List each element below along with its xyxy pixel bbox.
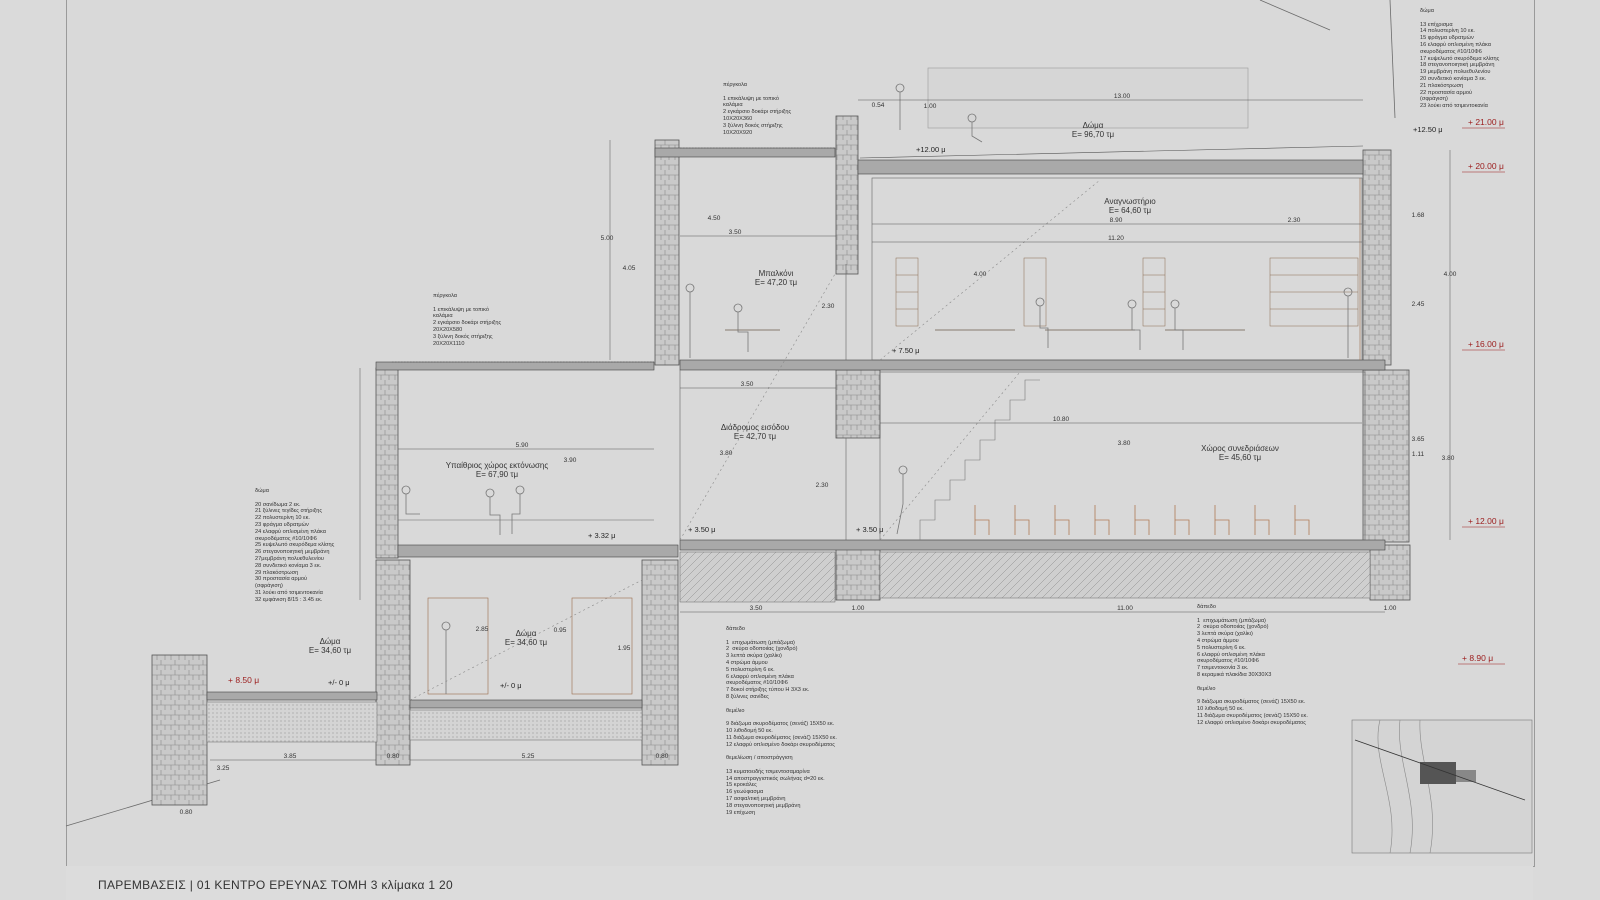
svg-text:3.65: 3.65 — [1412, 436, 1425, 443]
note-pergola-lower: πέργκολα 1 επικάλυψη με τοπικό καλάμια 2… — [433, 293, 502, 347]
svg-text:1.95: 1.95 — [618, 645, 631, 652]
svg-text:Δώμα: Δώμα — [320, 637, 341, 646]
svg-text:10.80: 10.80 — [1053, 416, 1070, 423]
svg-text:+ 7.50 μ: + 7.50 μ — [892, 346, 919, 355]
svg-text:11.20: 11.20 — [1108, 235, 1124, 242]
svg-text:3.50: 3.50 — [750, 605, 763, 612]
svg-text:4.50: 4.50 — [708, 215, 721, 222]
location-minimap — [1351, 719, 1533, 854]
drawing-sheet: Δώμα E= 96,70 τμ Αναγνωστήριο E= 64,60 τ… — [0, 0, 1600, 900]
svg-text:2.85: 2.85 — [476, 626, 489, 633]
svg-text:3.25: 3.25 — [217, 765, 230, 772]
note-terrace-layers: δώμα 20 σανίδωμα 2 εκ. 21 ξύλινες τεγίδε… — [255, 488, 335, 603]
svg-text:4.00: 4.00 — [1444, 271, 1457, 278]
svg-text:13.00: 13.00 — [1114, 93, 1131, 100]
svg-text:5.00: 5.00 — [601, 235, 614, 242]
svg-text:3.50: 3.50 — [741, 381, 754, 388]
svg-text:E= 47,20 τμ: E= 47,20 τμ — [755, 278, 798, 287]
svg-text:+ 8.50 μ: + 8.50 μ — [228, 675, 259, 685]
svg-text:5.25: 5.25 — [522, 753, 535, 760]
svg-text:+/- 0 μ: +/- 0 μ — [500, 681, 522, 690]
svg-text:+ 3.50 μ: + 3.50 μ — [688, 525, 715, 534]
title-bar: ΠΑΡΕΜΒΑΣΕΙΣ | 01 ΚΕΝΤΡΟ ΕΡΕΥΝΑΣ ΤΟΜΗ 3 κ… — [66, 866, 1533, 900]
svg-text:+/- 0 μ: +/- 0 μ — [328, 678, 350, 687]
svg-text:2.30: 2.30 — [816, 482, 829, 489]
svg-text:3.50: 3.50 — [729, 229, 742, 236]
svg-text:3.80: 3.80 — [1442, 455, 1455, 462]
svg-text:Αναγνωστήριο: Αναγνωστήριο — [1104, 197, 1156, 206]
svg-text:+ 3.32 μ: + 3.32 μ — [588, 531, 615, 540]
svg-text:+ 8.90 μ: + 8.90 μ — [1462, 653, 1493, 663]
svg-text:Δώμα: Δώμα — [1083, 121, 1104, 130]
svg-text:2.30: 2.30 — [1288, 217, 1301, 224]
svg-text:0.80: 0.80 — [387, 753, 400, 760]
svg-text:4.05: 4.05 — [623, 265, 636, 272]
svg-text:5.90: 5.90 — [516, 442, 529, 449]
svg-text:+ 16.00 μ: + 16.00 μ — [1468, 339, 1504, 349]
svg-text:1.00: 1.00 — [1384, 605, 1397, 612]
svg-text:3.80: 3.80 — [720, 450, 733, 457]
svg-text:3.85: 3.85 — [284, 753, 297, 760]
bookshelves — [895, 257, 1359, 327]
svg-text:E= 42,70 τμ: E= 42,70 τμ — [734, 432, 777, 441]
svg-text:2.30: 2.30 — [822, 303, 835, 310]
svg-text:Δώμα: Δώμα — [516, 629, 537, 638]
svg-text:Διάδρομος εισόδου: Διάδρομος εισόδου — [721, 423, 789, 432]
svg-text:E= 34,60 τμ: E= 34,60 τμ — [505, 638, 548, 647]
svg-text:E= 34,60 τμ: E= 34,60 τμ — [309, 646, 352, 655]
note-pergola-upper: πέργκολα 1 επικάλυψη με τοπικό καλάμια 2… — [723, 82, 792, 136]
svg-text:3.80: 3.80 — [1118, 440, 1131, 447]
svg-text:E= 45,60 τμ: E= 45,60 τμ — [1219, 453, 1262, 462]
level-lines-red — [1458, 127, 1505, 665]
svg-text:Υπαίθριος χώρος εκτόνωσης: Υπαίθριος χώρος εκτόνωσης — [446, 461, 549, 470]
note-floor-foundation-right: δάπεδο 1 επιχωμάτωση (μπάζωμα) 2 σκύρα ο… — [1197, 604, 1308, 726]
svg-text:1.00: 1.00 — [852, 605, 865, 612]
svg-text:0.95: 0.95 — [554, 627, 567, 634]
svg-text:0.54: 0.54 — [872, 102, 885, 109]
svg-text:8.90: 8.90 — [1110, 217, 1123, 224]
drawing-title: ΠΑΡΕΜΒΑΣΕΙΣ | 01 ΚΕΝΤΡΟ ΕΡΕΥΝΑΣ ΤΟΜΗ 3 κ… — [98, 878, 453, 892]
note-roof-layers: δώμα 13 επίχρισμα 14 πολυστερίνη 10 εκ. … — [1420, 8, 1500, 110]
svg-text:0.80: 0.80 — [656, 753, 669, 760]
svg-text:0.80: 0.80 — [180, 809, 193, 816]
svg-text:1.00: 1.00 — [924, 103, 937, 110]
svg-text:11.00: 11.00 — [1117, 605, 1133, 612]
svg-text:1.68: 1.68 — [1412, 212, 1425, 219]
svg-text:4.00: 4.00 — [974, 271, 987, 278]
conference-chairs — [974, 505, 1310, 535]
svg-text:+ 20.00 μ: + 20.00 μ — [1468, 161, 1504, 171]
svg-text:+ 21.00 μ: + 21.00 μ — [1468, 117, 1504, 127]
svg-text:+ 12.00 μ: + 12.00 μ — [1468, 516, 1504, 526]
svg-text:3.90: 3.90 — [564, 457, 577, 464]
svg-text:E= 96,70 τμ: E= 96,70 τμ — [1072, 130, 1115, 139]
svg-text:+12.00 μ: +12.00 μ — [916, 145, 946, 154]
svg-text:Χώρος συνεδριάσεων: Χώρος συνεδριάσεων — [1201, 444, 1279, 453]
svg-text:+ 3.50 μ: + 3.50 μ — [856, 525, 883, 534]
svg-text:E= 64,60 τμ: E= 64,60 τμ — [1109, 206, 1152, 215]
svg-text:E= 67,90 τμ: E= 67,90 τμ — [476, 470, 519, 479]
svg-text:Μπαλκόνι: Μπαλκόνι — [759, 269, 794, 278]
svg-text:2.45: 2.45 — [1412, 301, 1425, 308]
svg-text:1.11: 1.11 — [1412, 451, 1425, 458]
note-floor-foundation-left: δάπεδο 1 επιχωμάτωση (μπάζωμα) 2 σκύρα ο… — [726, 626, 837, 816]
svg-text:+12.50 μ: +12.50 μ — [1413, 125, 1443, 134]
